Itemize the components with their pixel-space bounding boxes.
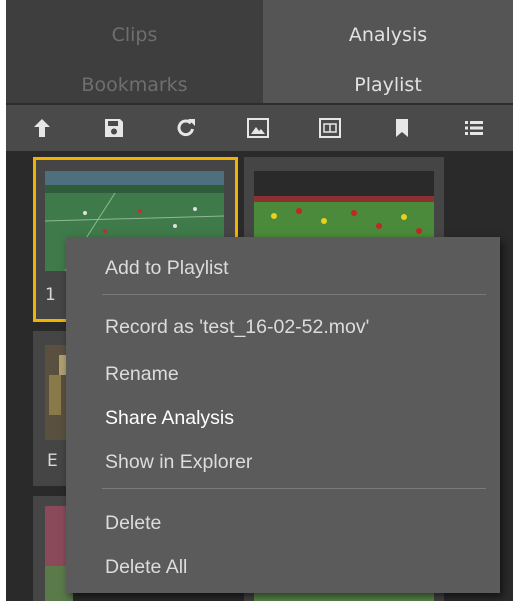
tab-row-secondary: Bookmarks Playlist: [6, 67, 513, 103]
menu-separator: [102, 488, 486, 489]
refresh-icon: [177, 119, 195, 137]
tab-strip-top: [6, 0, 513, 17]
upload-icon: [34, 119, 50, 137]
image-button[interactable]: [222, 105, 294, 151]
list-icon: [465, 121, 483, 135]
tab-row-primary: Clips Analysis: [6, 17, 513, 53]
menu-item-record-as[interactable]: Record as 'test_16-02-52.mov': [66, 310, 500, 344]
clip-browser-panel: Clips Analysis Bookmarks Playlist 1 E Ad…: [6, 0, 513, 601]
tab-clips[interactable]: Clips: [6, 17, 263, 53]
bookmark-button[interactable]: [366, 105, 438, 151]
tab-analysis[interactable]: Analysis: [263, 17, 513, 53]
save-icon: [105, 119, 123, 137]
tab-bookmarks[interactable]: Bookmarks: [6, 67, 263, 103]
menu-item-show-in-explorer[interactable]: Show in Explorer: [66, 445, 500, 479]
list-view-button[interactable]: [438, 105, 510, 151]
menu-item-rename[interactable]: Rename: [66, 357, 500, 391]
film-button[interactable]: [294, 105, 366, 151]
bookmark-icon: [396, 119, 408, 137]
film-icon: [319, 118, 341, 138]
save-button[interactable]: [78, 105, 150, 151]
menu-item-delete[interactable]: Delete: [66, 506, 500, 540]
refresh-button[interactable]: [150, 105, 222, 151]
menu-item-add-to-playlist[interactable]: Add to Playlist: [66, 251, 500, 285]
clip-label: E: [47, 451, 58, 471]
menu-separator: [102, 294, 486, 295]
context-menu: Add to Playlist Record as 'test_16-02-52…: [66, 237, 500, 593]
tab-playlist[interactable]: Playlist: [263, 67, 513, 103]
menu-item-delete-all[interactable]: Delete All: [66, 550, 500, 584]
toolbar: [6, 105, 513, 151]
tab-strip-gap: [6, 53, 513, 67]
clip-thumbnail: [254, 171, 434, 246]
clip-label: 1: [45, 285, 56, 305]
menu-item-share-analysis[interactable]: Share Analysis: [66, 401, 500, 435]
upload-button[interactable]: [6, 105, 78, 151]
image-icon: [247, 118, 269, 138]
